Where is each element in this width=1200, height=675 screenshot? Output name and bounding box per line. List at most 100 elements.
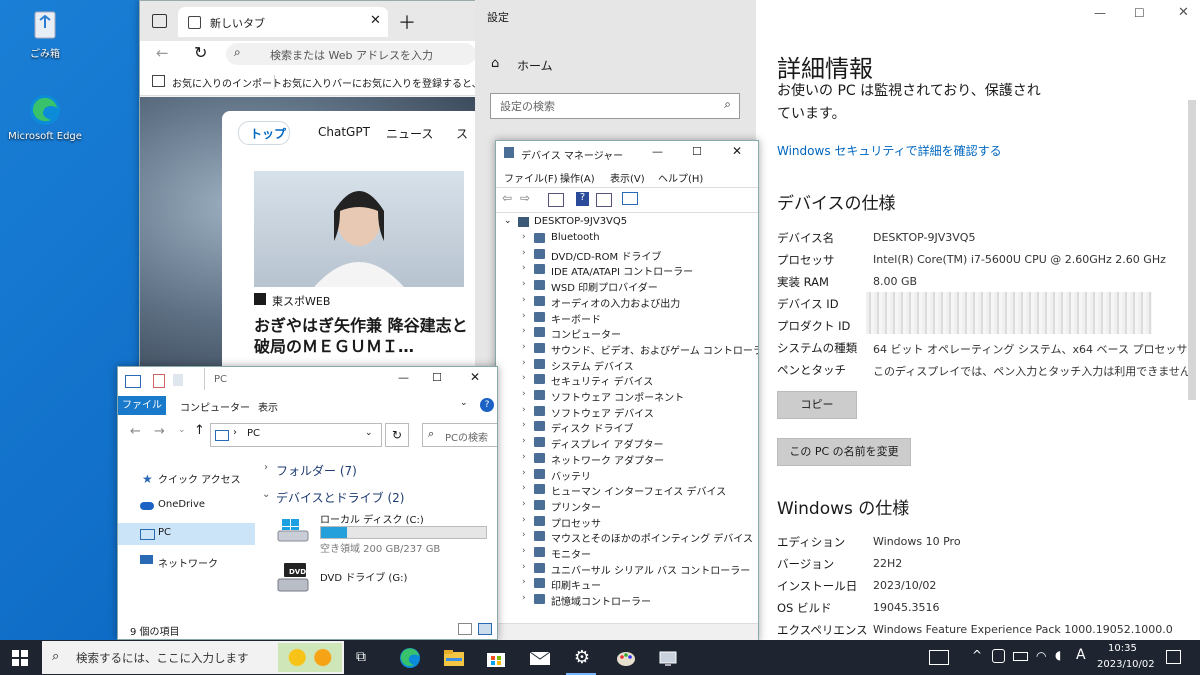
dm-category[interactable]: › モニター <box>496 545 758 561</box>
paint-icon[interactable] <box>614 646 638 670</box>
dm-category[interactable]: › コンピューター <box>496 325 758 341</box>
copy-button[interactable]: コピー <box>777 391 857 419</box>
dm-menu-view[interactable]: 表示(V) <box>610 170 645 185</box>
expand-chevron-icon[interactable]: › <box>522 530 526 540</box>
ex-minimize-button[interactable]: — <box>398 371 409 384</box>
drive-c[interactable]: ローカル ディスク (C:) 空き領域 200 GB/237 GB <box>276 511 487 555</box>
scan-hardware-icon[interactable] <box>622 192 638 205</box>
security-link[interactable]: Windows セキュリティで詳細を確認する <box>777 142 1002 159</box>
expand-chevron-icon[interactable]: › <box>522 420 526 430</box>
up-icon[interactable]: ↑ <box>194 423 205 438</box>
clock-date[interactable]: 2023/10/02 <box>1097 659 1155 670</box>
ribbon-tab-view[interactable]: 表示 <box>258 399 278 414</box>
tiles-view-icon[interactable] <box>478 623 492 635</box>
drive-g[interactable]: DVD DVD ドライブ (G:) <box>276 559 486 595</box>
dm-category[interactable]: › サウンド、ビデオ、およびゲーム コントローラー <box>496 341 758 357</box>
expand-chevron-icon[interactable]: › <box>522 468 526 478</box>
dm-category[interactable]: › キーボード <box>496 310 758 326</box>
settings-gear-icon[interactable]: ⚙ <box>570 646 594 670</box>
ime-indicator[interactable]: A <box>1076 647 1086 663</box>
windows-start-icon[interactable] <box>12 650 28 666</box>
dm-category[interactable]: › Bluetooth <box>496 231 758 247</box>
tab-actions-icon[interactable] <box>152 14 167 28</box>
dm-root[interactable]: DESKTOP-9JV3VQ5 <box>534 216 627 227</box>
expand-chevron-icon[interactable]: › <box>522 358 526 368</box>
expand-chevron-icon[interactable]: › <box>522 311 526 321</box>
dm-category[interactable]: › システム デバイス <box>496 357 758 373</box>
expand-chevron-icon[interactable]: › <box>522 483 526 493</box>
back-icon[interactable]: ⇦ <box>502 191 512 205</box>
desktop-edge[interactable]: Microsoft Edge <box>8 92 82 142</box>
close-button[interactable]: ✕ <box>1178 5 1189 20</box>
keyboard-icon[interactable] <box>929 650 949 665</box>
dm-category[interactable]: › マウスとそのほかのポインティング デバイス <box>496 529 758 545</box>
dm-category[interactable]: › 記憶域コントローラー <box>496 592 758 608</box>
expand-chevron-icon[interactable]: › <box>522 405 526 415</box>
help-icon[interactable]: ? <box>480 398 494 412</box>
news-tab-news[interactable]: ニュース <box>386 125 433 142</box>
address-dropdown-icon[interactable]: ⌄ <box>365 428 373 438</box>
news-tab-more[interactable]: ス <box>456 125 468 142</box>
expand-chevron-icon[interactable]: › <box>522 263 526 273</box>
file-explorer-icon[interactable] <box>442 646 466 670</box>
nav-onedrive[interactable]: OneDrive <box>158 499 205 510</box>
dm-category[interactable]: › ソフトウェア コンポーネント <box>496 388 758 404</box>
close-tab-icon[interactable]: ✕ <box>370 13 381 28</box>
forward-icon[interactable]: ⇨ <box>520 191 530 205</box>
new-folder-icon[interactable] <box>173 374 183 386</box>
scrollbar[interactable] <box>1188 100 1196 400</box>
maximize-button[interactable]: ☐ <box>1134 6 1145 20</box>
ex-address-bar[interactable]: › PC ⌄ <box>210 423 382 447</box>
back-icon[interactable]: ← <box>156 44 169 62</box>
expand-chevron-icon[interactable]: › <box>522 373 526 383</box>
minimize-button[interactable]: — <box>1094 6 1106 20</box>
battery-icon[interactable] <box>1013 652 1028 661</box>
root-chevron-icon[interactable]: ⌄ <box>504 216 512 226</box>
update-driver-icon[interactable] <box>596 193 612 207</box>
fav-import[interactable]: お気に入りのインポート <box>172 75 282 90</box>
ribbon-tab-file[interactable]: ファイル <box>118 396 166 415</box>
dm-category[interactable]: › ネットワーク アダプター <box>496 451 758 467</box>
refresh-icon[interactable]: ↻ <box>194 43 207 62</box>
expand-chevron-icon[interactable]: › <box>522 577 526 587</box>
news-tab-top[interactable]: トップ <box>250 125 286 142</box>
expand-chevron-icon[interactable]: › <box>522 452 526 462</box>
dm-category[interactable]: › バッテリ <box>496 467 758 483</box>
news-card[interactable]: トップ ChatGPT ニュース ス 東スポWEB おぎやはぎ矢作兼 降谷建志と… <box>222 111 476 371</box>
dm-menu-help[interactable]: ヘルプ(H) <box>658 170 703 185</box>
taskbar-search-box[interactable]: ⌕ 検索するには、ここに入力します <box>42 641 344 674</box>
expand-chevron-icon[interactable]: › <box>522 593 526 603</box>
nav-pc[interactable]: PC <box>158 527 171 538</box>
news-tab-chatgpt[interactable]: ChatGPT <box>318 125 370 139</box>
ex-close-button[interactable]: ✕ <box>470 370 480 384</box>
nav-network[interactable]: ネットワーク <box>158 555 218 570</box>
dm-minimize-button[interactable]: — <box>652 145 663 158</box>
expand-chevron-icon[interactable]: › <box>522 436 526 446</box>
expand-chevron-icon[interactable]: › <box>522 342 526 352</box>
expand-chevron-icon[interactable]: › <box>522 499 526 509</box>
dm-category[interactable]: › オーディオの入力および出力 <box>496 294 758 310</box>
nav-pc-selected[interactable] <box>118 523 255 545</box>
wifi-icon[interactable]: ◠ <box>1036 649 1046 663</box>
properties-icon[interactable] <box>548 193 564 207</box>
task-view-icon[interactable]: ⧉ <box>356 649 366 665</box>
settings-search-input[interactable]: 設定の検索 ⌕ <box>490 93 740 119</box>
recent-chevron-icon[interactable]: ⌄ <box>178 425 186 435</box>
settings-home[interactable]: ホーム <box>517 57 553 74</box>
dm-menu-file[interactable]: ファイル(F) <box>504 170 558 185</box>
expand-chevron-icon[interactable]: › <box>522 248 526 258</box>
dm-category[interactable]: › ディスプレイ アダプター <box>496 435 758 451</box>
ex-search-input[interactable]: ⌕ PCの検索 <box>422 423 497 447</box>
taskbar-edge-icon[interactable] <box>398 646 422 670</box>
expand-chevron-icon[interactable]: › <box>522 279 526 289</box>
dm-close-button[interactable]: ✕ <box>732 144 742 158</box>
dm-category[interactable]: › ユニバーサル シリアル バス コントローラー <box>496 561 758 577</box>
device-manager-taskbar-icon[interactable] <box>656 646 680 670</box>
details-view-icon[interactable] <box>458 623 472 635</box>
folders-group[interactable]: フォルダー (7) <box>276 462 357 479</box>
clock-time[interactable]: 10:35 <box>1108 643 1137 654</box>
address-bar[interactable]: ⌕ 検索または Web アドレスを入力 <box>226 43 476 65</box>
notification-icon[interactable] <box>1166 650 1181 664</box>
expand-ribbon-icon[interactable]: ⌄ <box>460 398 468 408</box>
properties-icon[interactable] <box>153 374 165 388</box>
